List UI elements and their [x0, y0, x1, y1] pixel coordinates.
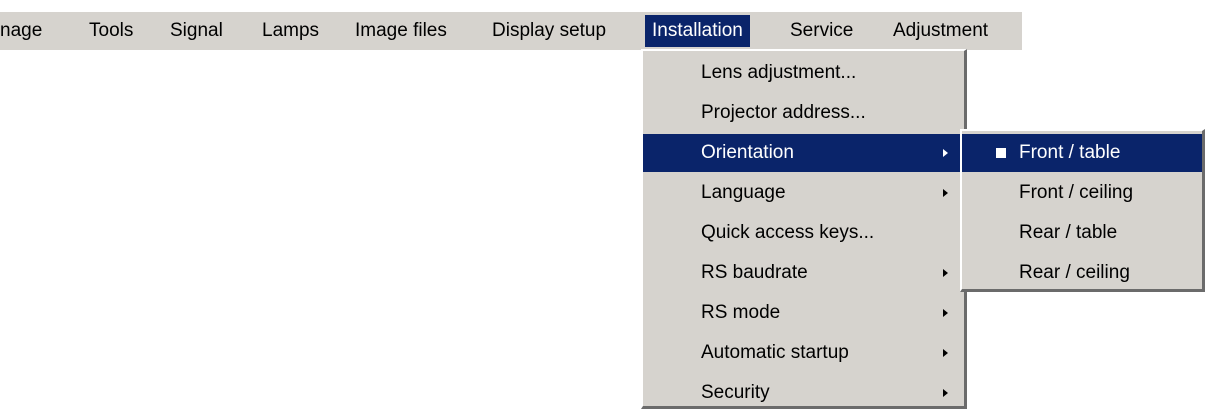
submenu-item-label: Rear / ceiling: [1019, 262, 1130, 283]
menubar-item-service[interactable]: Service: [790, 12, 853, 50]
submenu-arrow-icon: [943, 309, 948, 317]
submenu-item-rear-ceiling[interactable]: Rear / ceiling: [962, 254, 1202, 292]
projector-menu-screen: nage Tools Signal Lamps Image files Disp…: [0, 0, 1205, 411]
submenu-arrow-icon: [943, 349, 948, 357]
menubar-item-image[interactable]: nage: [0, 12, 42, 50]
menubar-item-installation[interactable]: Installation: [645, 15, 750, 47]
menubar-item-display-setup[interactable]: Display setup: [492, 12, 606, 50]
menubar-item-adjustment[interactable]: Adjustment: [893, 12, 988, 50]
menu-item-label: Quick access keys...: [701, 222, 875, 243]
menu-item-security[interactable]: Security: [643, 374, 962, 411]
menu-item-label: Language: [701, 182, 786, 203]
selected-bullet-icon: [996, 148, 1006, 158]
menu-bar: nage Tools Signal Lamps Image files Disp…: [0, 12, 1022, 50]
menubar-item-signal[interactable]: Signal: [170, 12, 223, 50]
menu-item-label: RS baudrate: [701, 262, 808, 283]
menu-item-label: Projector address...: [701, 102, 866, 123]
submenu-arrow-icon: [943, 269, 948, 277]
submenu-item-front-ceiling[interactable]: Front / ceiling: [962, 174, 1202, 212]
submenu-item-label: Rear / table: [1019, 222, 1118, 243]
menu-item-label: RS mode: [701, 302, 781, 323]
menubar-item-lamps[interactable]: Lamps: [262, 12, 319, 50]
menu-item-label: Automatic startup: [701, 342, 849, 363]
menu-item-automatic-startup[interactable]: Automatic startup: [643, 334, 962, 372]
submenu-item-rear-table[interactable]: Rear / table: [962, 214, 1202, 252]
menu-item-rs-mode[interactable]: RS mode: [643, 294, 962, 332]
menu-item-orientation[interactable]: Orientation: [643, 134, 962, 172]
menu-item-projector-address[interactable]: Projector address...: [643, 94, 962, 132]
submenu-arrow-icon: [943, 149, 948, 157]
submenu-item-label: Front / ceiling: [1019, 182, 1134, 203]
menu-item-lens-adjustment[interactable]: Lens adjustment...: [643, 54, 962, 92]
submenu-item-front-table[interactable]: Front / table: [962, 134, 1202, 172]
menu-item-label: Security: [701, 382, 770, 403]
menu-item-label: Orientation: [701, 142, 794, 163]
menu-item-label: Lens adjustment...: [701, 62, 857, 83]
menubar-item-tools[interactable]: Tools: [89, 12, 133, 50]
submenu-arrow-icon: [943, 389, 948, 397]
menu-item-language[interactable]: Language: [643, 174, 962, 212]
menubar-item-image-files[interactable]: Image files: [355, 12, 447, 50]
orientation-submenu: Front / table Front / ceiling Rear / tab…: [960, 129, 1205, 292]
submenu-item-label: Front / table: [1019, 142, 1121, 163]
menu-item-quick-access-keys[interactable]: Quick access keys...: [643, 214, 962, 252]
installation-menu: Lens adjustment... Projector address... …: [641, 49, 967, 409]
menu-item-rs-baudrate[interactable]: RS baudrate: [643, 254, 962, 292]
submenu-arrow-icon: [943, 189, 948, 197]
